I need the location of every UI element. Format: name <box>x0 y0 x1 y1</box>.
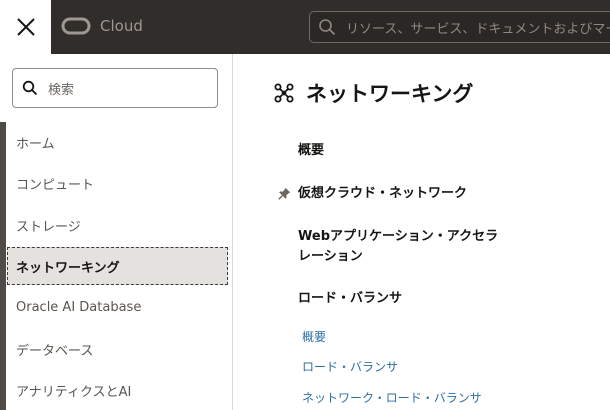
section-waa[interactable]: Webアプリケーション・アクセラ レーション <box>298 227 498 267</box>
sidebar-search-placeholder: 検索 <box>48 82 75 98</box>
sidebar-item-home[interactable]: ホーム <box>7 123 228 161</box>
main-content: ネットワーキング 概要 仮想クラウド・ネットワーク Webアプリケーション・アク… <box>234 54 610 410</box>
sidebar-item-analytics-ai[interactable]: アナリティクスとAI <box>7 371 228 409</box>
global-search-placeholder: リソース、サービス、ドキュメントおよびマー <box>346 21 610 37</box>
pin-icon[interactable] <box>278 187 291 200</box>
link-network-load-balancer[interactable]: ネットワーク・ロード・バランサ <box>302 389 482 406</box>
close-menu-button[interactable] <box>0 0 51 54</box>
section-waa-line1: Webアプリケーション・アクセラ <box>298 229 499 244</box>
page-title: ネットワーキング <box>274 78 473 108</box>
section-overview[interactable]: 概要 <box>298 141 324 161</box>
section-vcn[interactable]: 仮想クラウド・ネットワーク <box>298 184 467 204</box>
sidebar-item-database[interactable]: データベース <box>7 330 228 368</box>
sidebar-item-oracle-ai-database[interactable]: Oracle AI Database <box>7 288 228 326</box>
logo-text: Cloud <box>100 17 143 35</box>
link-lb-overview[interactable]: 概要 <box>302 328 326 345</box>
sidebar-item-compute[interactable]: コンピュート <box>7 164 228 202</box>
section-load-balancer[interactable]: ロード・バランサ <box>298 289 402 309</box>
oracle-logo-icon <box>61 17 91 35</box>
close-icon <box>16 18 35 36</box>
networking-icon <box>274 83 294 103</box>
sidebar-item-storage[interactable]: ストレージ <box>7 206 228 244</box>
sidebar: 検索 ホーム コンピュート ストレージ ネットワーキング Oracle AI D… <box>0 54 233 410</box>
global-search-input[interactable]: リソース、サービス、ドキュメントおよびマー <box>309 11 610 43</box>
search-icon <box>319 19 336 36</box>
sidebar-scrollbar[interactable] <box>0 122 6 410</box>
top-bar: Cloud リソース、サービス、ドキュメントおよびマー <box>0 0 610 54</box>
link-load-balancer[interactable]: ロード・バランサ <box>302 358 398 375</box>
search-icon <box>22 80 38 96</box>
sidebar-search-input[interactable]: 検索 <box>12 68 218 108</box>
oracle-cloud-logo[interactable]: Cloud <box>61 17 143 35</box>
page-title-text: ネットワーキング <box>306 82 474 106</box>
section-waa-line2: レーション <box>298 249 363 264</box>
sidebar-item-networking[interactable]: ネットワーキング <box>7 247 228 285</box>
